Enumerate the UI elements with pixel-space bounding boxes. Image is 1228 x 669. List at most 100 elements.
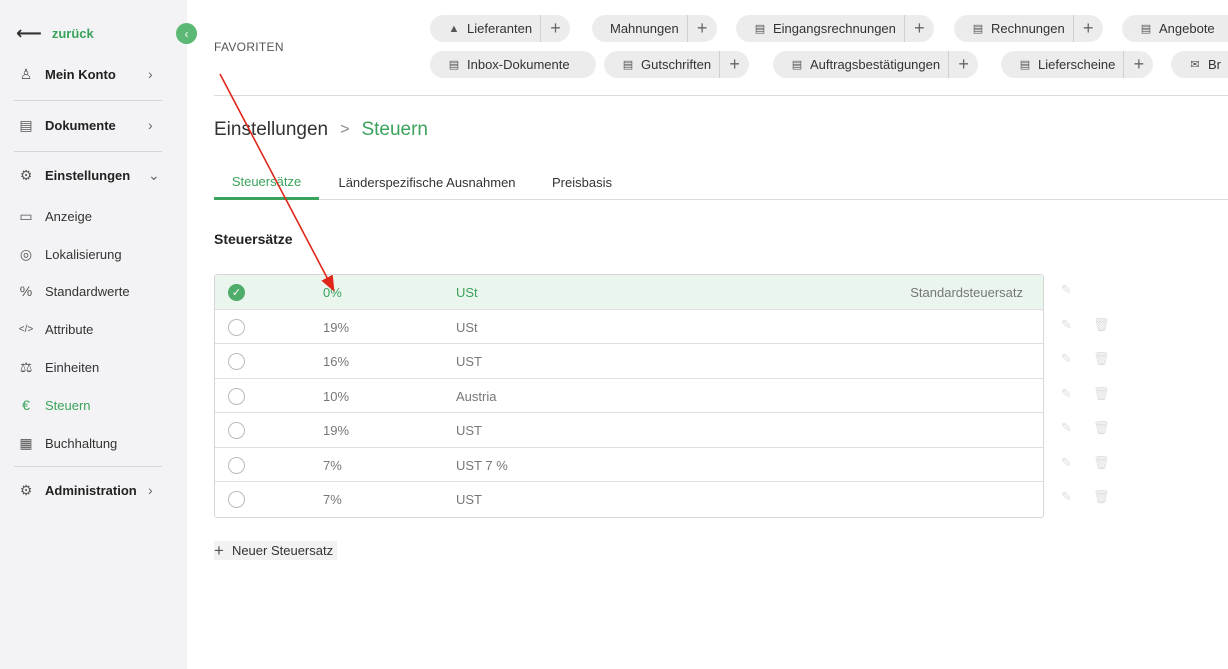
sidebar-item-attribute[interactable]: </> Attribute (0, 314, 187, 344)
sidebar-item-label: Einstellungen (45, 167, 131, 183)
add-gutschriften-button[interactable]: + (719, 51, 749, 78)
favorite-rechnungen[interactable]: ▤ Rechnungen + (954, 15, 1103, 42)
order-confirmation-icon: ▤ (791, 59, 803, 71)
add-mahnungen-button[interactable]: + (686, 15, 717, 42)
incoming-invoice-icon: ▤ (754, 23, 766, 35)
credit-note-icon: ▤ (622, 59, 634, 71)
favorite-mahnungen[interactable]: Mahnungen + (592, 15, 717, 42)
tax-rate-table: ✓ 0% USt Standardsteuersatz 19% USt 16% … (214, 274, 1044, 518)
sidebar-item-label: Standardwerte (45, 283, 130, 299)
chevron-right-icon: › (148, 117, 153, 133)
edit-icon[interactable]: ✎ (1061, 489, 1072, 505)
tab-laenderspezifische-ausnahmen[interactable]: Länderspezifische Ausnahmen (332, 165, 522, 200)
breadcrumb-current: Steuern (361, 119, 428, 140)
radio-button[interactable] (228, 422, 245, 439)
radio-button[interactable] (228, 491, 245, 508)
radio-button[interactable] (228, 387, 245, 405)
table-row[interactable]: 19% UST (215, 413, 1043, 448)
favorite-br[interactable]: ✉ Br (1171, 51, 1228, 78)
offer-icon: ▤ (1140, 23, 1152, 35)
section-title: Steuersätze (214, 231, 293, 247)
breadcrumb-parent[interactable]: Einstellungen (214, 119, 328, 141)
add-eingangsrechnungen-button[interactable]: + (903, 15, 934, 42)
sidebar-item-label: Steuern (45, 397, 91, 413)
favorite-gutschriften[interactable]: ▤ Gutschriften + (604, 51, 750, 78)
tax-rate-name: Austria (456, 388, 497, 404)
chevron-down-icon: ⌄ (148, 166, 160, 183)
sidebar-item-label: Administration (45, 482, 137, 498)
check-icon[interactable]: ✓ (228, 284, 245, 301)
invoice-icon: ▤ (972, 23, 984, 35)
add-rechnungen-button[interactable]: + (1072, 15, 1103, 42)
tax-rate-value: 7% (323, 457, 342, 473)
edit-icon[interactable]: ✎ (1061, 455, 1072, 471)
sidebar-item-label: Dokumente (45, 117, 116, 133)
radio-button[interactable] (228, 318, 245, 336)
inbox-icon: ▤ (448, 59, 460, 71)
tax-rate-name: UST (456, 423, 482, 438)
sidebar-item-mein-konto[interactable]: ♙ Mein Konto › (0, 59, 187, 89)
settings-icon: ⚙ (19, 166, 33, 183)
chevron-right-icon: > (340, 121, 350, 138)
favorite-label: Mahnungen (610, 21, 679, 36)
favorite-angebote[interactable]: ▤ Angebote (1122, 15, 1228, 42)
trash-icon[interactable]: 🗑 (1093, 489, 1110, 505)
favorite-label: Auftragsbestätigungen (810, 57, 941, 72)
new-tax-rate-button[interactable]: + Neuer Steuersatz (214, 541, 338, 560)
edit-icon[interactable]: ✎ (1061, 351, 1072, 367)
divider (14, 151, 162, 152)
trash-icon[interactable]: 🗑 (1093, 317, 1110, 333)
sidebar-item-einstellungen[interactable]: ⚙ Einstellungen ⌄ (0, 160, 187, 190)
tax-rate-value: 19% (323, 423, 350, 438)
table-row[interactable]: 10% Austria (215, 379, 1043, 413)
sidebar-item-administration[interactable]: ⚙ Administration › (0, 475, 187, 505)
edit-icon[interactable]: ✎ (1061, 386, 1072, 402)
favorite-label: Inbox-Dokumente (467, 57, 570, 72)
sidebar-item-label: Anzeige (45, 208, 92, 224)
sidebar-item-lokalisierung[interactable]: ◎ Lokalisierung (0, 239, 187, 269)
favorite-label: Angebote (1159, 21, 1215, 36)
table-row[interactable]: 19% USt (215, 310, 1043, 344)
back-link[interactable]: ⟵ zurück (16, 24, 94, 42)
favorite-lieferanten[interactable]: ▲ Lieferanten + (430, 15, 571, 42)
trash-icon[interactable]: 🗑 (1093, 455, 1110, 471)
favorite-label: Lieferanten (467, 21, 533, 36)
sidebar-item-standardwerte[interactable]: % Standardwerte (0, 276, 187, 306)
add-lieferanten-button[interactable]: + (540, 15, 570, 42)
chevron-right-icon: › (148, 66, 153, 82)
trash-icon[interactable]: 🗑 (1093, 386, 1110, 402)
sidebar-item-einheiten[interactable]: ⚖ Einheiten (0, 352, 187, 382)
tab-steuersaetze[interactable]: Steuersätze (214, 165, 319, 200)
radio-button[interactable] (228, 353, 245, 370)
edit-icon[interactable]: ✎ (1061, 420, 1072, 436)
table-row[interactable]: 16% UST (215, 344, 1043, 379)
sidebar-item-steuern[interactable]: € Steuern (0, 390, 187, 420)
sidebar-item-label: Einheiten (45, 359, 100, 375)
tax-rate-value: 0% (323, 285, 342, 300)
sidebar-item-dokumente[interactable]: ▤ Dokumente › (0, 110, 187, 140)
favorite-eingangsrechnungen[interactable]: ▤ Eingangsrechnungen + (736, 15, 934, 42)
edit-icon[interactable]: ✎ (1061, 317, 1072, 333)
table-row[interactable]: 7% UST 7 % (215, 448, 1043, 482)
favorite-auftragsbestaetigungen[interactable]: ▤ Auftragsbestätigungen + (773, 51, 979, 78)
admin-gear-icon: ⚙ (19, 481, 33, 498)
chevron-right-icon: › (148, 482, 153, 498)
default-rate-label: Standardsteuersatz (910, 285, 1023, 300)
tax-rate-name: UST (456, 354, 482, 369)
add-auftragsbestaetigungen-button[interactable]: + (948, 51, 978, 78)
trash-icon[interactable]: 🗑 (1093, 351, 1110, 367)
table-row[interactable]: ✓ 0% USt Standardsteuersatz (215, 275, 1043, 310)
sidebar-item-buchhaltung[interactable]: ▦ Buchhaltung (0, 428, 187, 458)
sidebar-item-anzeige[interactable]: ▭ Anzeige (0, 201, 187, 231)
radio-button[interactable] (228, 456, 245, 474)
collapse-sidebar-button[interactable]: ‹ (176, 23, 197, 44)
favorite-inbox-dokumente[interactable]: ▤ Inbox-Dokumente (430, 51, 596, 78)
header-divider (214, 95, 1228, 96)
edit-icon[interactable]: ✎ (1061, 282, 1072, 298)
favorite-label: Eingangsrechnungen (773, 21, 896, 36)
add-lieferscheine-button[interactable]: + (1123, 51, 1153, 78)
table-row[interactable]: 7% UST (215, 482, 1043, 517)
tab-preisbasis[interactable]: Preisbasis (540, 165, 624, 200)
trash-icon[interactable]: 🗑 (1093, 420, 1110, 436)
favorite-lieferscheine[interactable]: ▤ Lieferscheine + (1001, 51, 1154, 78)
